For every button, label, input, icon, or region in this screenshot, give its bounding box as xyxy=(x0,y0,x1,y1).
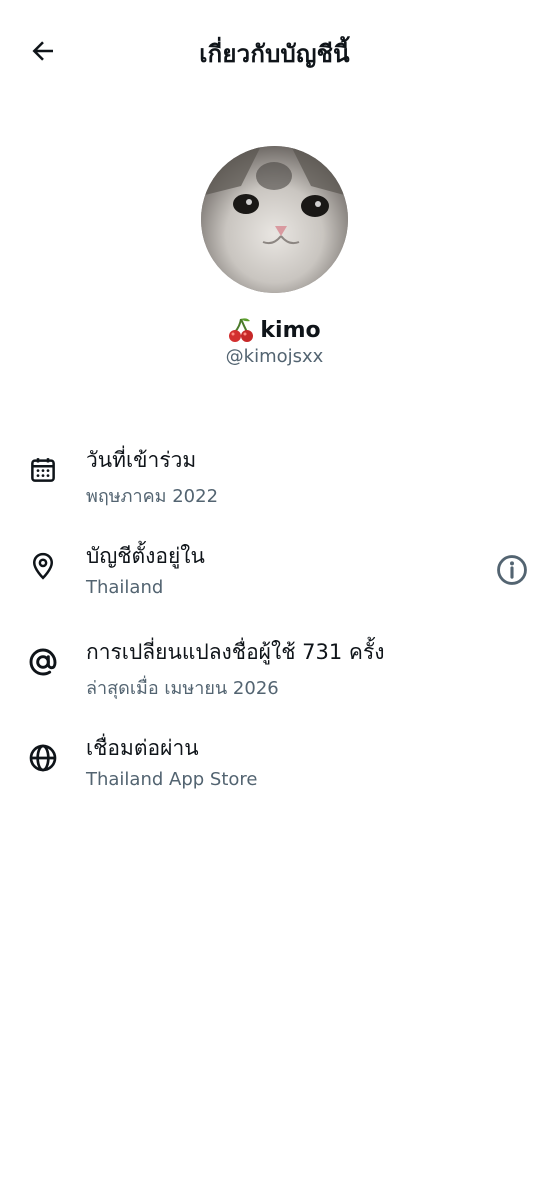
info-title: เชื่อมต่อผ่าน xyxy=(86,736,199,760)
info-subtitle: Thailand App Store xyxy=(86,769,258,790)
at-sign-icon xyxy=(29,648,57,676)
page-title: เกี่ยวกับบัญชีนี้ xyxy=(199,40,350,68)
account-info-list: วันที่เข้าร่วม พฤษภาคม 2022 บัญชีตั้งอยู… xyxy=(0,430,549,814)
top-bar: เกี่ยวกับบัญชีนี้ xyxy=(0,0,549,100)
info-subtitle: พฤษภาคม 2022 xyxy=(86,486,219,507)
info-circle-icon xyxy=(497,555,527,585)
location-pin-icon xyxy=(32,552,54,580)
info-item-username-changes: การเปลี่ยนแปลงชื่อผู้ใช้ 731 ครั้ง ล่าสุ… xyxy=(0,622,549,718)
info-title: การเปลี่ยนแปลงชื่อผู้ใช้ 731 ครั้ง xyxy=(86,640,385,664)
display-name: kimo xyxy=(260,317,321,343)
globe-icon xyxy=(29,744,57,772)
profile-name-row: kimo xyxy=(0,316,549,344)
info-title: วันที่เข้าร่วม xyxy=(86,448,197,472)
info-subtitle: Thailand xyxy=(86,577,164,598)
info-item-connected-via: เชื่อมต่อผ่าน Thailand App Store xyxy=(0,718,549,814)
cherry-icon xyxy=(228,316,254,344)
info-item-joined: วันที่เข้าร่วม พฤษภาคม 2022 xyxy=(0,430,549,526)
avatar[interactable] xyxy=(201,146,348,293)
info-title: บัญชีตั้งอยู่ใน xyxy=(86,544,205,568)
info-item-location: บัญชีตั้งอยู่ใน Thailand xyxy=(0,526,549,622)
info-subtitle: ล่าสุดเมื่อ เมษายน 2026 xyxy=(86,678,279,699)
username-handle: @kimojsxx xyxy=(225,346,324,367)
calendar-icon xyxy=(31,458,55,482)
location-info-button[interactable] xyxy=(492,550,532,590)
